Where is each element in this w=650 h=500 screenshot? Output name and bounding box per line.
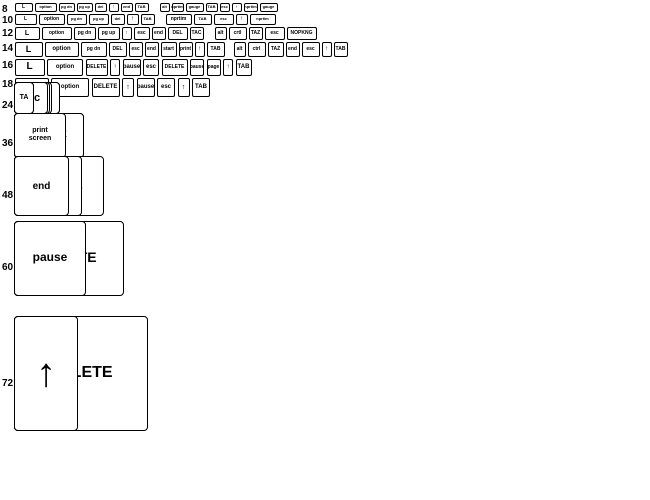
key-small[interactable]: esc xyxy=(302,42,320,57)
key-small[interactable]: del xyxy=(95,3,107,12)
key-printscreen-36[interactable]: printscreen xyxy=(14,113,66,158)
key-small[interactable]: esc xyxy=(143,59,159,76)
key-small[interactable]: pg dn xyxy=(67,14,87,25)
key-small[interactable]: esc xyxy=(220,3,230,12)
key-small[interactable]: pg up xyxy=(77,3,93,12)
key-small[interactable]: option xyxy=(42,27,72,40)
key-small[interactable]: end xyxy=(145,42,159,57)
key-small[interactable]: TAB xyxy=(141,14,155,25)
key-small[interactable]: L xyxy=(15,3,33,12)
key-small[interactable]: L xyxy=(15,14,37,25)
row-label-18: 18 xyxy=(2,79,13,90)
key-small[interactable]: L xyxy=(15,27,40,40)
key-small[interactable]: ↑ xyxy=(122,78,134,97)
key-small[interactable]: end xyxy=(286,42,300,57)
key-small[interactable]: TAZ xyxy=(268,42,284,57)
key-small[interactable]: TAB xyxy=(194,14,212,25)
key-small[interactable]: pause xyxy=(123,59,141,76)
key-small[interactable]: nprtim xyxy=(244,3,258,12)
key-small[interactable]: gauge xyxy=(260,3,278,12)
key-small[interactable]: TAZ xyxy=(249,27,263,40)
key-small[interactable]: end xyxy=(152,27,166,40)
key-small[interactable]: ↑ xyxy=(195,42,205,57)
row-label-16: 16 xyxy=(2,60,13,71)
row-10: L option pg dn pg up del ↑ TAB nprtim TA… xyxy=(14,13,276,25)
key-small[interactable]: end xyxy=(121,3,133,12)
keyboard-chart: 8 L option pg dn pg up del ↑ end TAB alt… xyxy=(0,0,650,500)
key-small[interactable]: option xyxy=(39,14,65,25)
key-small[interactable]: pg up xyxy=(89,14,109,25)
row-label-8: 8 xyxy=(2,4,8,15)
key-small[interactable]: pause xyxy=(137,78,155,97)
key-small[interactable]: nprtim xyxy=(250,14,276,25)
row-label-72: 72 xyxy=(2,378,13,389)
key-small[interactable]: page xyxy=(207,59,221,76)
key-small[interactable]: esc xyxy=(129,42,143,57)
key-small[interactable]: TAB xyxy=(334,42,348,57)
key-small[interactable]: option xyxy=(45,42,79,57)
key-small[interactable]: ↑ xyxy=(178,78,190,97)
key-small[interactable]: option xyxy=(47,59,83,76)
row-16: L option DELETE ↑ pause esc DELETE pause… xyxy=(14,58,252,76)
row-8: L option pg dn pg up del ↑ end TAB alt n… xyxy=(14,2,278,12)
key-small[interactable]: pg dn xyxy=(59,3,75,12)
key-small[interactable]: pg dn xyxy=(81,42,107,57)
key-small[interactable]: ctrl xyxy=(248,42,266,57)
key-small[interactable]: nprtim xyxy=(166,14,192,25)
row-12: L option pg dn pg up ↑ esc end DEL TAC a… xyxy=(14,26,317,40)
key-small[interactable]: L xyxy=(15,59,45,76)
key-small[interactable]: ↑ xyxy=(109,3,119,12)
row-label-48: 48 xyxy=(2,190,13,201)
key-small[interactable]: ↑ xyxy=(223,59,233,76)
row-label-36: 36 xyxy=(2,138,13,149)
key-small[interactable]: alt xyxy=(215,27,227,40)
key-small[interactable]: alt xyxy=(234,42,246,57)
key-small[interactable]: TAC xyxy=(190,27,204,40)
row-label-60: 60 xyxy=(2,262,13,273)
key-small[interactable]: pg up xyxy=(98,27,120,40)
row-label-24: 24 xyxy=(2,100,13,111)
key-small[interactable]: DELETE xyxy=(86,59,108,76)
key-small[interactable]: DELETE xyxy=(162,59,188,76)
key-ta-24[interactable]: TA xyxy=(14,82,34,114)
row-label-12: 12 xyxy=(2,28,13,39)
key-small[interactable]: start xyxy=(161,42,177,57)
key-small[interactable]: ↑ xyxy=(122,27,132,40)
key-end-48[interactable]: end xyxy=(14,156,69,216)
key-small[interactable]: L xyxy=(15,42,43,57)
key-small[interactable]: ↑ xyxy=(127,14,139,25)
key-small[interactable]: esc xyxy=(265,27,285,40)
key-small[interactable]: pause xyxy=(190,59,204,76)
key-small[interactable]: crtl xyxy=(229,27,247,40)
key-small[interactable]: del xyxy=(111,14,125,25)
key-small[interactable]: alt xyxy=(160,3,170,12)
row-14: L option pg dn DEL esc end start print ↑… xyxy=(14,41,348,57)
key-small[interactable]: pg dn xyxy=(74,27,96,40)
key-small[interactable]: TAB xyxy=(236,59,252,76)
row-label-10: 10 xyxy=(2,15,13,26)
key-small[interactable]: esc xyxy=(157,78,175,97)
key-up-72[interactable]: ↑ xyxy=(14,316,78,431)
key-small[interactable]: option xyxy=(35,3,57,12)
key-small[interactable]: DEL xyxy=(109,42,127,57)
key-small[interactable]: ↑ xyxy=(232,3,242,12)
key-small[interactable]: ↑ xyxy=(236,14,248,25)
key-small[interactable]: TAB xyxy=(192,78,210,97)
row-label-14: 14 xyxy=(2,43,13,54)
key-small[interactable]: nprtim xyxy=(172,3,184,12)
key-small[interactable]: DEL xyxy=(168,27,188,40)
key-small[interactable]: print xyxy=(179,42,193,57)
key-pause-60[interactable]: pause xyxy=(14,221,86,296)
key-small[interactable]: DELETE xyxy=(92,78,120,97)
key-small[interactable]: ↑ xyxy=(322,42,332,57)
key-small[interactable]: TAB xyxy=(207,42,225,57)
key-small[interactable]: ↑ xyxy=(110,59,120,76)
key-small[interactable]: gauge xyxy=(186,3,204,12)
key-small[interactable]: esc xyxy=(134,27,150,40)
key-small[interactable]: esc xyxy=(214,14,234,25)
key-small[interactable]: TAB xyxy=(206,3,218,12)
key-small[interactable]: TAB xyxy=(135,3,149,12)
key-small[interactable]: NOPKNG xyxy=(287,27,317,40)
